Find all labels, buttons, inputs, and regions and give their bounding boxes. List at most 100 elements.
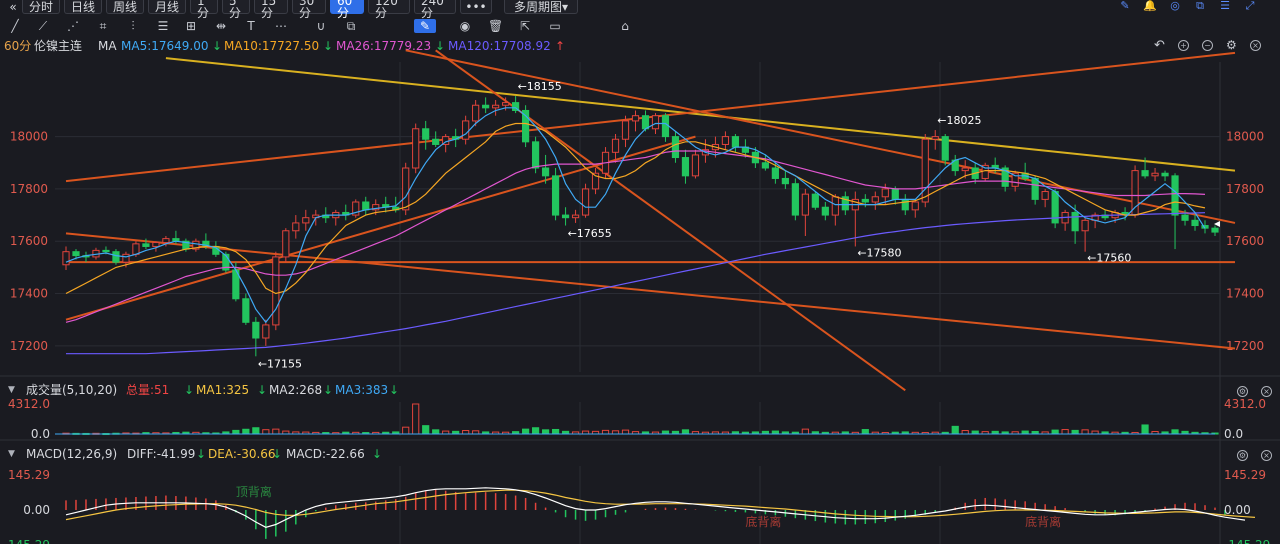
measure-tool-icon[interactable]: ⇹ bbox=[214, 19, 228, 33]
period-button-11[interactable]: ••• bbox=[460, 0, 492, 14]
period-button-9[interactable]: 120分 bbox=[368, 0, 410, 19]
volume-bar bbox=[162, 432, 170, 435]
macd-macd: MACD:-22.66 bbox=[286, 447, 365, 461]
zoom-in-icon[interactable]: + bbox=[1178, 40, 1189, 51]
bell-icon[interactable]: 🔔 bbox=[1143, 0, 1157, 12]
macd-diff-arrow: ↓ bbox=[196, 447, 207, 461]
window-icon[interactable]: ⧉ bbox=[1193, 0, 1207, 12]
volume-bar bbox=[1211, 432, 1219, 435]
price-annotation: ←17580 bbox=[857, 246, 901, 259]
volume-bar bbox=[452, 430, 460, 435]
macd-collapse-icon[interactable]: ▼ bbox=[8, 446, 15, 462]
gann-tool-icon[interactable]: ⊞ bbox=[184, 19, 198, 33]
maximize-icon[interactable]: ⤢ bbox=[1243, 0, 1257, 12]
export-icon[interactable]: ⇱ bbox=[518, 19, 532, 33]
trend-line bbox=[405, 49, 1236, 224]
rect-tool-icon[interactable]: ⌗ bbox=[96, 19, 110, 33]
period-button-8[interactable]: 60分 bbox=[330, 0, 364, 19]
volume-ma3-arrow-2: ↓ bbox=[389, 383, 400, 397]
candle-body bbox=[631, 115, 640, 122]
volume-bar bbox=[881, 431, 889, 435]
candle-body bbox=[432, 138, 440, 145]
period-button-2[interactable]: 周线 bbox=[106, 0, 144, 14]
period-button-7[interactable]: 30分 bbox=[292, 0, 326, 19]
volume-bar bbox=[1001, 431, 1009, 435]
volume-collapse-icon[interactable]: ▼ bbox=[8, 382, 15, 398]
volume-y-tick-right: 0.0 bbox=[1224, 427, 1243, 441]
volume-bar bbox=[1071, 429, 1079, 435]
comment-icon[interactable]: ▭ bbox=[548, 19, 562, 33]
caret-down-icon: ▾ bbox=[561, 0, 569, 14]
period-button-5[interactable]: 5分 bbox=[222, 0, 250, 19]
volume-settings-icon[interactable]: ⚙ bbox=[1237, 386, 1248, 397]
volume-bar bbox=[801, 428, 809, 435]
eye-icon[interactable]: ◉ bbox=[458, 19, 472, 33]
volume-bar bbox=[921, 431, 929, 435]
fib-tool-icon[interactable]: ☰ bbox=[156, 19, 170, 33]
volume-bar bbox=[222, 431, 230, 435]
more-tools-icon[interactable]: ⋯ bbox=[274, 19, 288, 33]
candle-body bbox=[392, 206, 400, 211]
legend-ma10: MA10:17727.50 bbox=[224, 39, 320, 53]
polyline-tool-icon[interactable]: ⟋ bbox=[36, 19, 50, 33]
candle-body bbox=[1111, 211, 1119, 219]
candle-body bbox=[771, 167, 779, 179]
legend-ma26: MA26:17779.23 bbox=[336, 39, 432, 53]
camera-icon[interactable]: ◎ bbox=[1168, 0, 1182, 12]
volume-bar bbox=[861, 429, 869, 435]
period-button-4[interactable]: 1分 bbox=[190, 0, 218, 19]
price-annotation: ←17155 bbox=[258, 358, 302, 371]
period-button-10[interactable]: 240分 bbox=[414, 0, 456, 19]
back-icon[interactable]: « bbox=[2, 0, 24, 13]
line-tool-icon[interactable]: ╱ bbox=[8, 19, 22, 33]
ma26-line bbox=[65, 150, 1206, 323]
volume-bar bbox=[1091, 430, 1099, 435]
period-button-1[interactable]: 日线 bbox=[64, 0, 102, 14]
text-tool-icon[interactable]: T bbox=[244, 19, 258, 33]
volume-bar bbox=[671, 430, 680, 435]
volume-ma2: MA2:268 bbox=[269, 383, 323, 397]
volume-bar bbox=[442, 430, 450, 435]
volume-bar bbox=[641, 431, 650, 435]
period-button-12[interactable]: 多周期图 ▾ bbox=[504, 0, 578, 14]
volume-bar bbox=[522, 428, 530, 435]
macd-y-tick-left: 145.29 bbox=[8, 468, 50, 482]
volume-bar bbox=[751, 431, 759, 435]
candle-body bbox=[601, 151, 610, 174]
candle-body bbox=[551, 175, 560, 216]
layers-icon[interactable]: ⧉ bbox=[344, 19, 358, 33]
undo-icon[interactable]: ↶ bbox=[1154, 38, 1165, 53]
node-tool-icon[interactable]: ⋰ bbox=[66, 19, 80, 33]
period-button-0[interactable]: 分时 bbox=[22, 0, 60, 14]
ruler-icon[interactable]: ⌂ bbox=[618, 19, 632, 33]
settings-icon[interactable]: ⚙ bbox=[1226, 38, 1237, 52]
legend-ma-prefix: MA bbox=[98, 39, 117, 53]
macd-macd-arrow: ↓ bbox=[372, 447, 383, 461]
candle-body bbox=[342, 211, 350, 216]
volume-bar bbox=[1111, 431, 1119, 435]
pen-icon[interactable]: ✎ bbox=[1118, 0, 1132, 12]
candle-body bbox=[911, 201, 919, 211]
y-tick-left: 18000 bbox=[10, 130, 48, 144]
period-button-3[interactable]: 月线 bbox=[148, 0, 186, 14]
volume-close-icon[interactable]: × bbox=[1261, 386, 1272, 397]
magnet-icon[interactable]: ∪ bbox=[314, 19, 328, 33]
candle-body bbox=[681, 157, 690, 177]
macd-settings-icon[interactable]: ⚙ bbox=[1237, 450, 1248, 461]
close-icon[interactable]: × bbox=[1250, 40, 1261, 51]
candle-body bbox=[402, 167, 410, 211]
list-icon[interactable]: ☰ bbox=[1218, 0, 1232, 12]
volume-bar bbox=[601, 429, 610, 435]
y-tick-left: 17200 bbox=[10, 339, 48, 353]
macd-close-icon[interactable]: × bbox=[1261, 450, 1272, 461]
candle-body bbox=[821, 206, 829, 216]
candle-body bbox=[1191, 219, 1199, 227]
trash-icon[interactable]: 🗑 bbox=[488, 19, 503, 33]
candle-body bbox=[62, 251, 70, 266]
zoom-out-icon[interactable]: − bbox=[1202, 40, 1213, 51]
period-button-6[interactable]: 15分 bbox=[254, 0, 288, 19]
chart-svg[interactable]: 17200 17200 17400 17400 17600 17600 17800 17800… bbox=[0, 0, 1280, 544]
pen-icon[interactable]: ✎ bbox=[414, 19, 436, 33]
volume-bar bbox=[492, 431, 500, 435]
channel-tool-icon[interactable]: ⫶ bbox=[126, 19, 140, 33]
